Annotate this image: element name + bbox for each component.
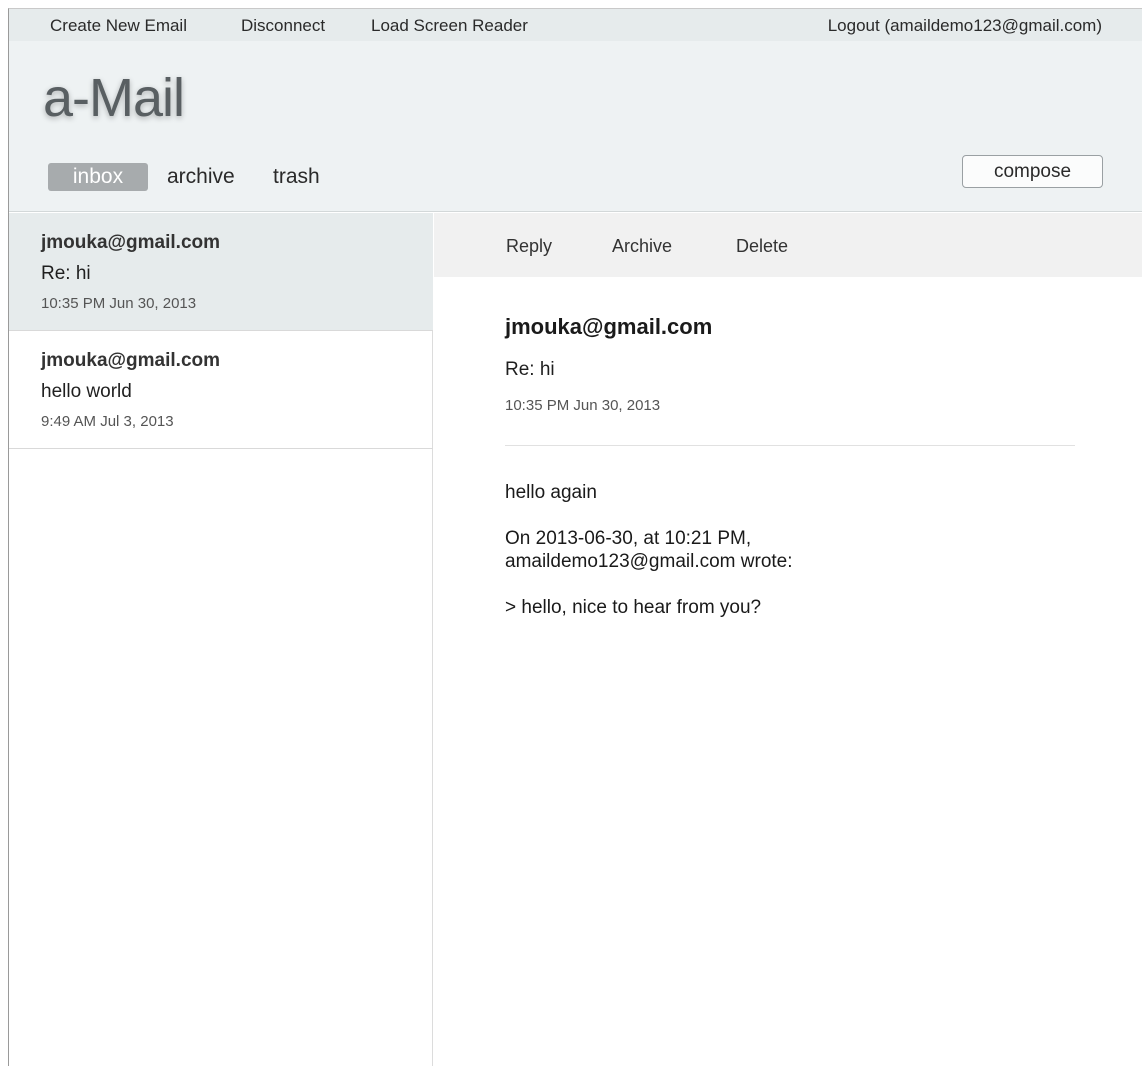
message-body-paragraph: > hello, nice to hear from you? bbox=[505, 597, 762, 618]
compose-button[interactable]: compose bbox=[962, 155, 1103, 188]
message-list: jmouka@gmail.com Re: hi 10:35 PM Jun 30,… bbox=[9, 213, 433, 1066]
top-utility-bar: Create New Email Disconnect Load Screen … bbox=[9, 9, 1142, 41]
message-action-bar: Reply Archive Delete bbox=[434, 213, 1142, 277]
message-list-item[interactable]: jmouka@gmail.com Re: hi 10:35 PM Jun 30,… bbox=[9, 213, 433, 331]
message-body-paragraph: hello again bbox=[505, 482, 597, 503]
message-sender: jmouka@gmail.com bbox=[41, 232, 221, 253]
create-new-email-link[interactable]: Create New Email bbox=[50, 16, 187, 36]
disconnect-link[interactable]: Disconnect bbox=[241, 16, 325, 36]
archive-button[interactable]: Archive bbox=[612, 236, 672, 257]
app-header: a-Mail inbox archive trash compose bbox=[9, 41, 1142, 212]
message-date: 10:35 PM Jun 30, 2013 bbox=[41, 295, 197, 312]
folder-tab-archive[interactable]: archive bbox=[167, 163, 235, 191]
reading-pane: Reply Archive Delete jmouka@gmail.com Re… bbox=[434, 213, 1142, 1066]
header-divider bbox=[505, 445, 1075, 446]
message-view-date: 10:35 PM Jun 30, 2013 bbox=[505, 397, 661, 414]
delete-button[interactable]: Delete bbox=[736, 236, 788, 257]
message-body: hello again On 2013-06-30, at 10:21 PM, … bbox=[505, 481, 1065, 642]
reply-button[interactable]: Reply bbox=[506, 236, 552, 257]
logout-link[interactable]: Logout (amaildemo123@gmail.com) bbox=[828, 16, 1102, 36]
message-body-paragraph: On 2013-06-30, at 10:21 PM, amaildemo123… bbox=[505, 528, 793, 572]
folder-tab-inbox[interactable]: inbox bbox=[48, 163, 148, 191]
folder-tab-trash[interactable]: trash bbox=[273, 163, 320, 191]
message-subject: hello world bbox=[41, 381, 132, 402]
message-list-item[interactable]: jmouka@gmail.com hello world 9:49 AM Jul… bbox=[9, 331, 433, 449]
message-subject: Re: hi bbox=[41, 263, 91, 284]
message-date: 9:49 AM Jul 3, 2013 bbox=[41, 413, 174, 430]
message-sender: jmouka@gmail.com bbox=[41, 350, 221, 371]
load-screen-reader-link[interactable]: Load Screen Reader bbox=[371, 16, 528, 36]
message-view-sender: jmouka@gmail.com bbox=[505, 314, 713, 339]
app-logo: a-Mail bbox=[43, 68, 185, 128]
app-window: Create New Email Disconnect Load Screen … bbox=[8, 8, 1142, 1066]
message-view-subject: Re: hi bbox=[505, 359, 555, 380]
